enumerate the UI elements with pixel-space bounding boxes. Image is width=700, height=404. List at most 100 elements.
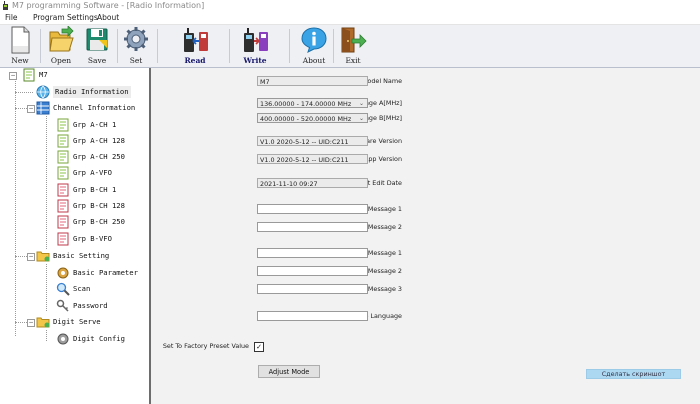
document-icon bbox=[57, 199, 69, 213]
embedded-message-2-field[interactable] bbox=[257, 222, 368, 232]
tree-item-label: Grp B-CH 128 bbox=[73, 201, 125, 210]
freq-range-a-select[interactable]: 136.00000 - 174.00000 MHz ⌄ bbox=[257, 98, 368, 108]
freq-range-a-value: 136.00000 - 174.00000 MHz bbox=[260, 100, 352, 108]
write-button[interactable]: Write bbox=[236, 25, 274, 67]
table-icon bbox=[36, 101, 50, 115]
document-icon bbox=[57, 150, 69, 164]
freq-range-b-value: 400.00000 - 520.00000 MHz bbox=[260, 115, 352, 123]
freq-range-b-select[interactable]: 400.00000 - 520.00000 MHz ⌄ bbox=[257, 113, 368, 123]
new-button[interactable]: New bbox=[3, 25, 37, 67]
floppy-disk-icon bbox=[86, 28, 108, 51]
model-name-field[interactable]: M7 bbox=[257, 76, 368, 86]
power-on-message-3-field[interactable] bbox=[257, 284, 368, 294]
tree-item-label: Channel Information bbox=[53, 103, 136, 112]
read-button[interactable]: Read bbox=[176, 25, 214, 67]
tree-item-label: Grp A-CH 128 bbox=[73, 136, 125, 145]
tree-item-label: Basic Parameter bbox=[73, 268, 138, 277]
factory-preset-label: Set To Factory Preset Value bbox=[162, 342, 249, 350]
document-icon bbox=[23, 68, 35, 82]
tree-item-label: Scan bbox=[73, 284, 91, 293]
tree-item-channel[interactable]: Grp B-CH 128 bbox=[56, 199, 146, 213]
menu-program[interactable]: Program bbox=[33, 13, 65, 23]
navigation-tree: − M7 Radio Information − Channel Informa… bbox=[0, 68, 151, 404]
tree-connector bbox=[15, 81, 16, 336]
folder-icon bbox=[36, 317, 50, 328]
radio-write-icon bbox=[244, 28, 268, 52]
key-icon bbox=[56, 299, 69, 312]
channel-collapse-toggle[interactable]: − bbox=[27, 105, 35, 113]
menu-settings[interactable]: Settings bbox=[67, 13, 98, 23]
power-on-message-1-field[interactable] bbox=[257, 248, 368, 258]
tree-item-channel[interactable]: Grp A-CH 128 bbox=[56, 134, 146, 148]
tree-item-scan[interactable]: Scan bbox=[56, 282, 146, 296]
app-version-field[interactable]: V1.0 2020-5-12 -- UID:C211 bbox=[257, 154, 368, 164]
tree-item-label: Password bbox=[73, 301, 108, 310]
tree-item-basic-parameter[interactable]: Basic Parameter bbox=[56, 266, 146, 280]
firmware-version-field[interactable]: V1.0 2020-5-12 -- UID:C211 bbox=[257, 136, 368, 146]
open-button[interactable]: Open bbox=[44, 25, 78, 67]
factory-preset-checkbox[interactable]: ✓ bbox=[254, 342, 264, 352]
tree-item-radio-information[interactable]: Radio Information bbox=[36, 85, 146, 99]
folder-open-icon bbox=[49, 26, 74, 52]
adjust-mode-button[interactable]: Adjust Mode bbox=[258, 365, 320, 378]
radio-read-icon bbox=[184, 28, 208, 52]
tree-connector bbox=[46, 330, 47, 341]
tree-item-label: Grp A-CH 1 bbox=[73, 120, 117, 129]
tree-item-label: Digit Serve bbox=[53, 317, 101, 326]
set-button[interactable]: Set bbox=[120, 25, 152, 67]
basic-setting-collapse-toggle[interactable]: − bbox=[27, 253, 35, 261]
tree-item-label: Grp B-VFO bbox=[73, 234, 112, 243]
folder-icon bbox=[36, 251, 50, 262]
tree-item-digit-serve[interactable]: Digit Serve bbox=[36, 315, 146, 329]
screenshot-button[interactable]: Сделать скриншот bbox=[586, 369, 681, 379]
open-label: Open bbox=[50, 56, 72, 65]
toolbar-separator bbox=[333, 29, 334, 63]
write-label: Write bbox=[243, 56, 267, 65]
window-title: M7 programming Software - [Radio Informa… bbox=[12, 1, 205, 10]
tree-item-channel[interactable]: Grp A-VFO bbox=[56, 166, 146, 180]
tree-item-label: Radio Information bbox=[53, 86, 131, 98]
tree-item-channel-information[interactable]: Channel Information bbox=[36, 101, 146, 115]
tree-item-channel[interactable]: Grp B-VFO bbox=[56, 232, 146, 246]
tree-connector bbox=[46, 116, 47, 249]
document-icon bbox=[57, 118, 69, 132]
last-edit-date-field[interactable]: 2021-11-10 09:27 bbox=[257, 178, 368, 188]
digit-serve-collapse-toggle[interactable]: − bbox=[27, 319, 35, 327]
tree-root-m7[interactable]: M7 bbox=[22, 68, 142, 82]
tree-item-channel[interactable]: Grp A-CH 250 bbox=[56, 150, 146, 164]
exit-button[interactable]: Exit bbox=[336, 25, 370, 67]
root-collapse-toggle[interactable]: − bbox=[9, 72, 17, 80]
tree-item-basic-setting[interactable]: Basic Setting bbox=[36, 249, 146, 263]
tree-item-label: Basic Setting bbox=[53, 251, 110, 260]
blank-page-icon bbox=[11, 26, 30, 54]
toolbar: New Open Save Set Read Write About Exit bbox=[0, 25, 700, 68]
tree-item-label: Grp A-VFO bbox=[73, 168, 112, 177]
power-on-message-2-field[interactable] bbox=[257, 266, 368, 276]
save-button[interactable]: Save bbox=[80, 25, 114, 67]
toolbar-separator bbox=[117, 29, 118, 63]
gear-icon bbox=[57, 267, 69, 279]
document-icon bbox=[57, 232, 69, 246]
tree-item-label: Grp A-CH 250 bbox=[73, 152, 125, 161]
tree-item-digit-config[interactable]: Digit Config bbox=[56, 332, 146, 346]
document-icon bbox=[57, 215, 69, 229]
document-icon bbox=[57, 134, 69, 148]
tree-item-label: Digit Config bbox=[73, 334, 125, 343]
tree-item-channel[interactable]: Grp B-CH 250 bbox=[56, 215, 146, 229]
exit-label: Exit bbox=[345, 56, 361, 65]
welcome-language-field[interactable] bbox=[257, 311, 368, 321]
about-button[interactable]: About bbox=[297, 25, 331, 67]
gear-icon bbox=[57, 333, 69, 345]
info-icon bbox=[301, 27, 327, 53]
tree-item-password[interactable]: Password bbox=[56, 299, 146, 313]
set-label: Set bbox=[129, 56, 143, 65]
tree-item-channel[interactable]: Grp B-CH 1 bbox=[56, 183, 146, 197]
magnifier-icon bbox=[56, 282, 70, 296]
toolbar-separator bbox=[157, 29, 158, 63]
embedded-message-1-field[interactable] bbox=[257, 204, 368, 214]
tree-item-channel[interactable]: Grp A-CH 1 bbox=[56, 118, 146, 132]
menu-file[interactable]: File bbox=[5, 13, 18, 23]
tree-root-label: M7 bbox=[39, 70, 48, 79]
menu-about[interactable]: About bbox=[97, 13, 119, 23]
title-bar: M7 programming Software - [Radio Informa… bbox=[0, 0, 700, 12]
